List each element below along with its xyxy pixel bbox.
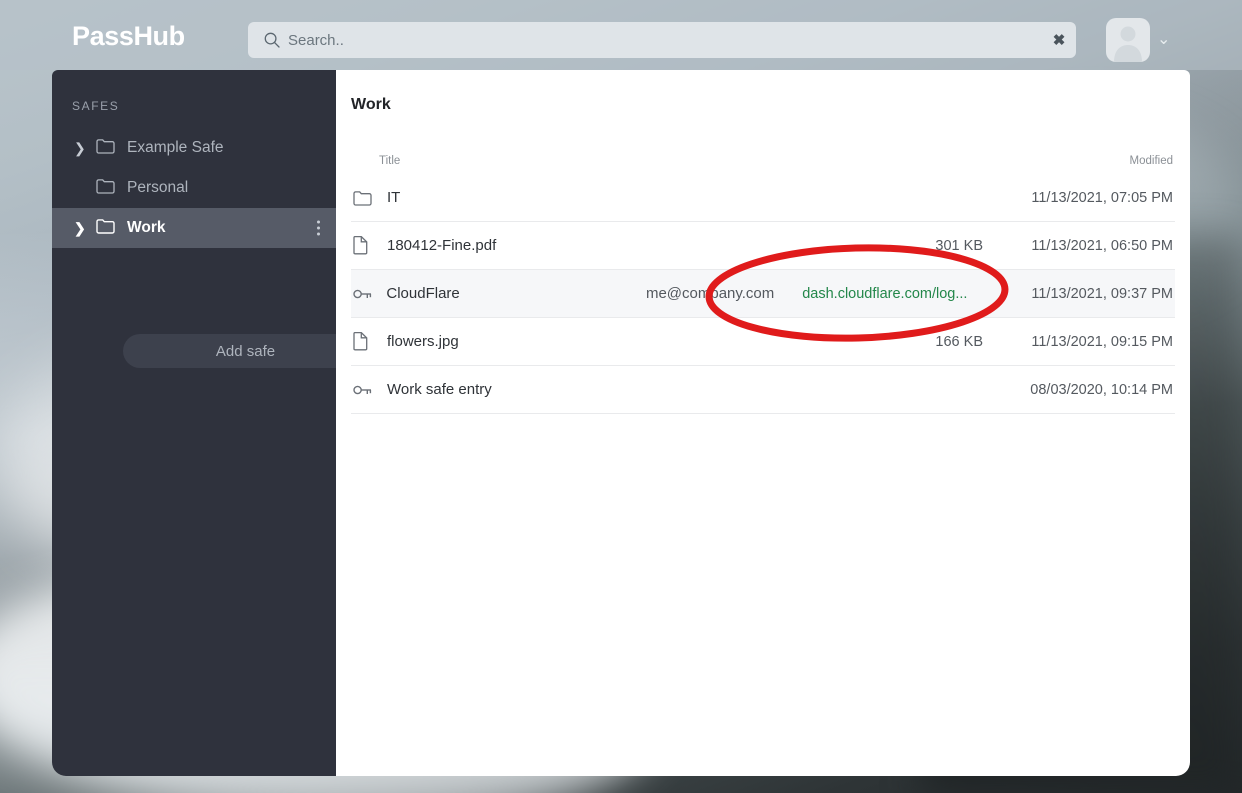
row-title: flowers.jpg	[387, 333, 459, 350]
row-modified: 11/13/2021, 07:05 PM	[1031, 189, 1173, 206]
folder-icon	[96, 138, 115, 159]
row-modified: 11/13/2021, 09:15 PM	[1031, 333, 1173, 350]
row-title: CloudFlare	[386, 285, 460, 302]
content-panel: Work Title Modified IT 11/13/2021, 07:05…	[336, 70, 1190, 776]
search-bar[interactable]: ✖	[248, 22, 1076, 58]
file-icon	[353, 332, 379, 351]
chevron-down-icon[interactable]: ⌄	[1157, 32, 1170, 48]
row-title: 180412-Fine.pdf	[387, 237, 497, 254]
chevron-right-icon[interactable]: ❯	[74, 141, 92, 155]
row-url-link[interactable]: dash.cloudflare.com/log...	[802, 286, 967, 302]
table-row[interactable]: IT 11/13/2021, 07:05 PM	[351, 174, 1175, 222]
top-bar: PassHub ✖ ⌄	[0, 0, 1242, 70]
file-icon	[353, 236, 379, 255]
row-modified: 11/13/2021, 06:50 PM	[1031, 237, 1173, 254]
safe-list: ❯ Example Safe ❯ Personal ❯	[52, 128, 336, 248]
table-header-row: Title Modified	[351, 148, 1175, 174]
table-row[interactable]: 180412-Fine.pdf 301 KB 11/13/2021, 06:50…	[351, 222, 1175, 270]
clear-search-icon[interactable]: ✖	[1042, 22, 1076, 58]
chevron-placeholder-icon: ❯	[74, 181, 92, 195]
table-row[interactable]: CloudFlare me@company.com dash.cloudflar…	[351, 270, 1175, 318]
row-username: me@company.com	[645, 285, 775, 302]
page-title: Work	[351, 96, 391, 113]
row-url[interactable]: dash.cloudflare.com/log...	[782, 286, 987, 302]
sidebar: SAFES ❯ Example Safe ❯ Personal	[52, 70, 368, 776]
folder-icon	[96, 218, 115, 239]
sidebar-item-label: Personal	[127, 179, 189, 196]
sidebar-item-label: Example Safe	[127, 139, 224, 156]
add-safe-button[interactable]: Add safe	[123, 334, 368, 368]
app-root: PassHub ✖ ⌄ SAFES	[0, 0, 1242, 793]
key-icon	[353, 287, 378, 301]
search-input[interactable]	[288, 31, 1042, 49]
key-icon	[353, 383, 379, 397]
app-logo[interactable]: PassHub	[72, 23, 185, 50]
row-modified: 11/13/2021, 09:37 PM	[1031, 285, 1173, 302]
table-row[interactable]: Work safe entry 08/03/2020, 10:14 PM	[351, 366, 1175, 414]
table-row[interactable]: flowers.jpg 166 KB 11/13/2021, 09:15 PM	[351, 318, 1175, 366]
chevron-right-icon[interactable]: ❯	[74, 221, 92, 235]
column-header-title: Title	[379, 155, 401, 167]
sidebar-section-label: SAFES	[72, 99, 120, 113]
folder-icon	[353, 190, 379, 206]
row-size: 301 KB	[935, 237, 983, 254]
sidebar-item-label: Work	[127, 219, 166, 236]
row-size: 166 KB	[935, 333, 983, 350]
column-header-modified: Modified	[1129, 155, 1173, 167]
user-avatar-icon	[1114, 26, 1142, 62]
items-table: Title Modified IT 11/13/2021, 07:05 PM 1…	[351, 148, 1175, 414]
row-title: IT	[387, 189, 401, 206]
sidebar-item-personal[interactable]: ❯ Personal	[52, 168, 336, 208]
search-icon	[264, 32, 280, 48]
folder-icon	[96, 178, 115, 199]
kebab-menu-icon[interactable]	[317, 220, 320, 236]
avatar[interactable]	[1106, 18, 1150, 62]
row-title: Work safe entry	[387, 381, 492, 398]
account-menu[interactable]: ⌄	[1106, 18, 1170, 62]
sidebar-item-work[interactable]: ❯ Work	[52, 208, 336, 248]
row-modified: 08/03/2020, 10:14 PM	[1030, 381, 1173, 398]
sidebar-item-example-safe[interactable]: ❯ Example Safe	[52, 128, 336, 168]
